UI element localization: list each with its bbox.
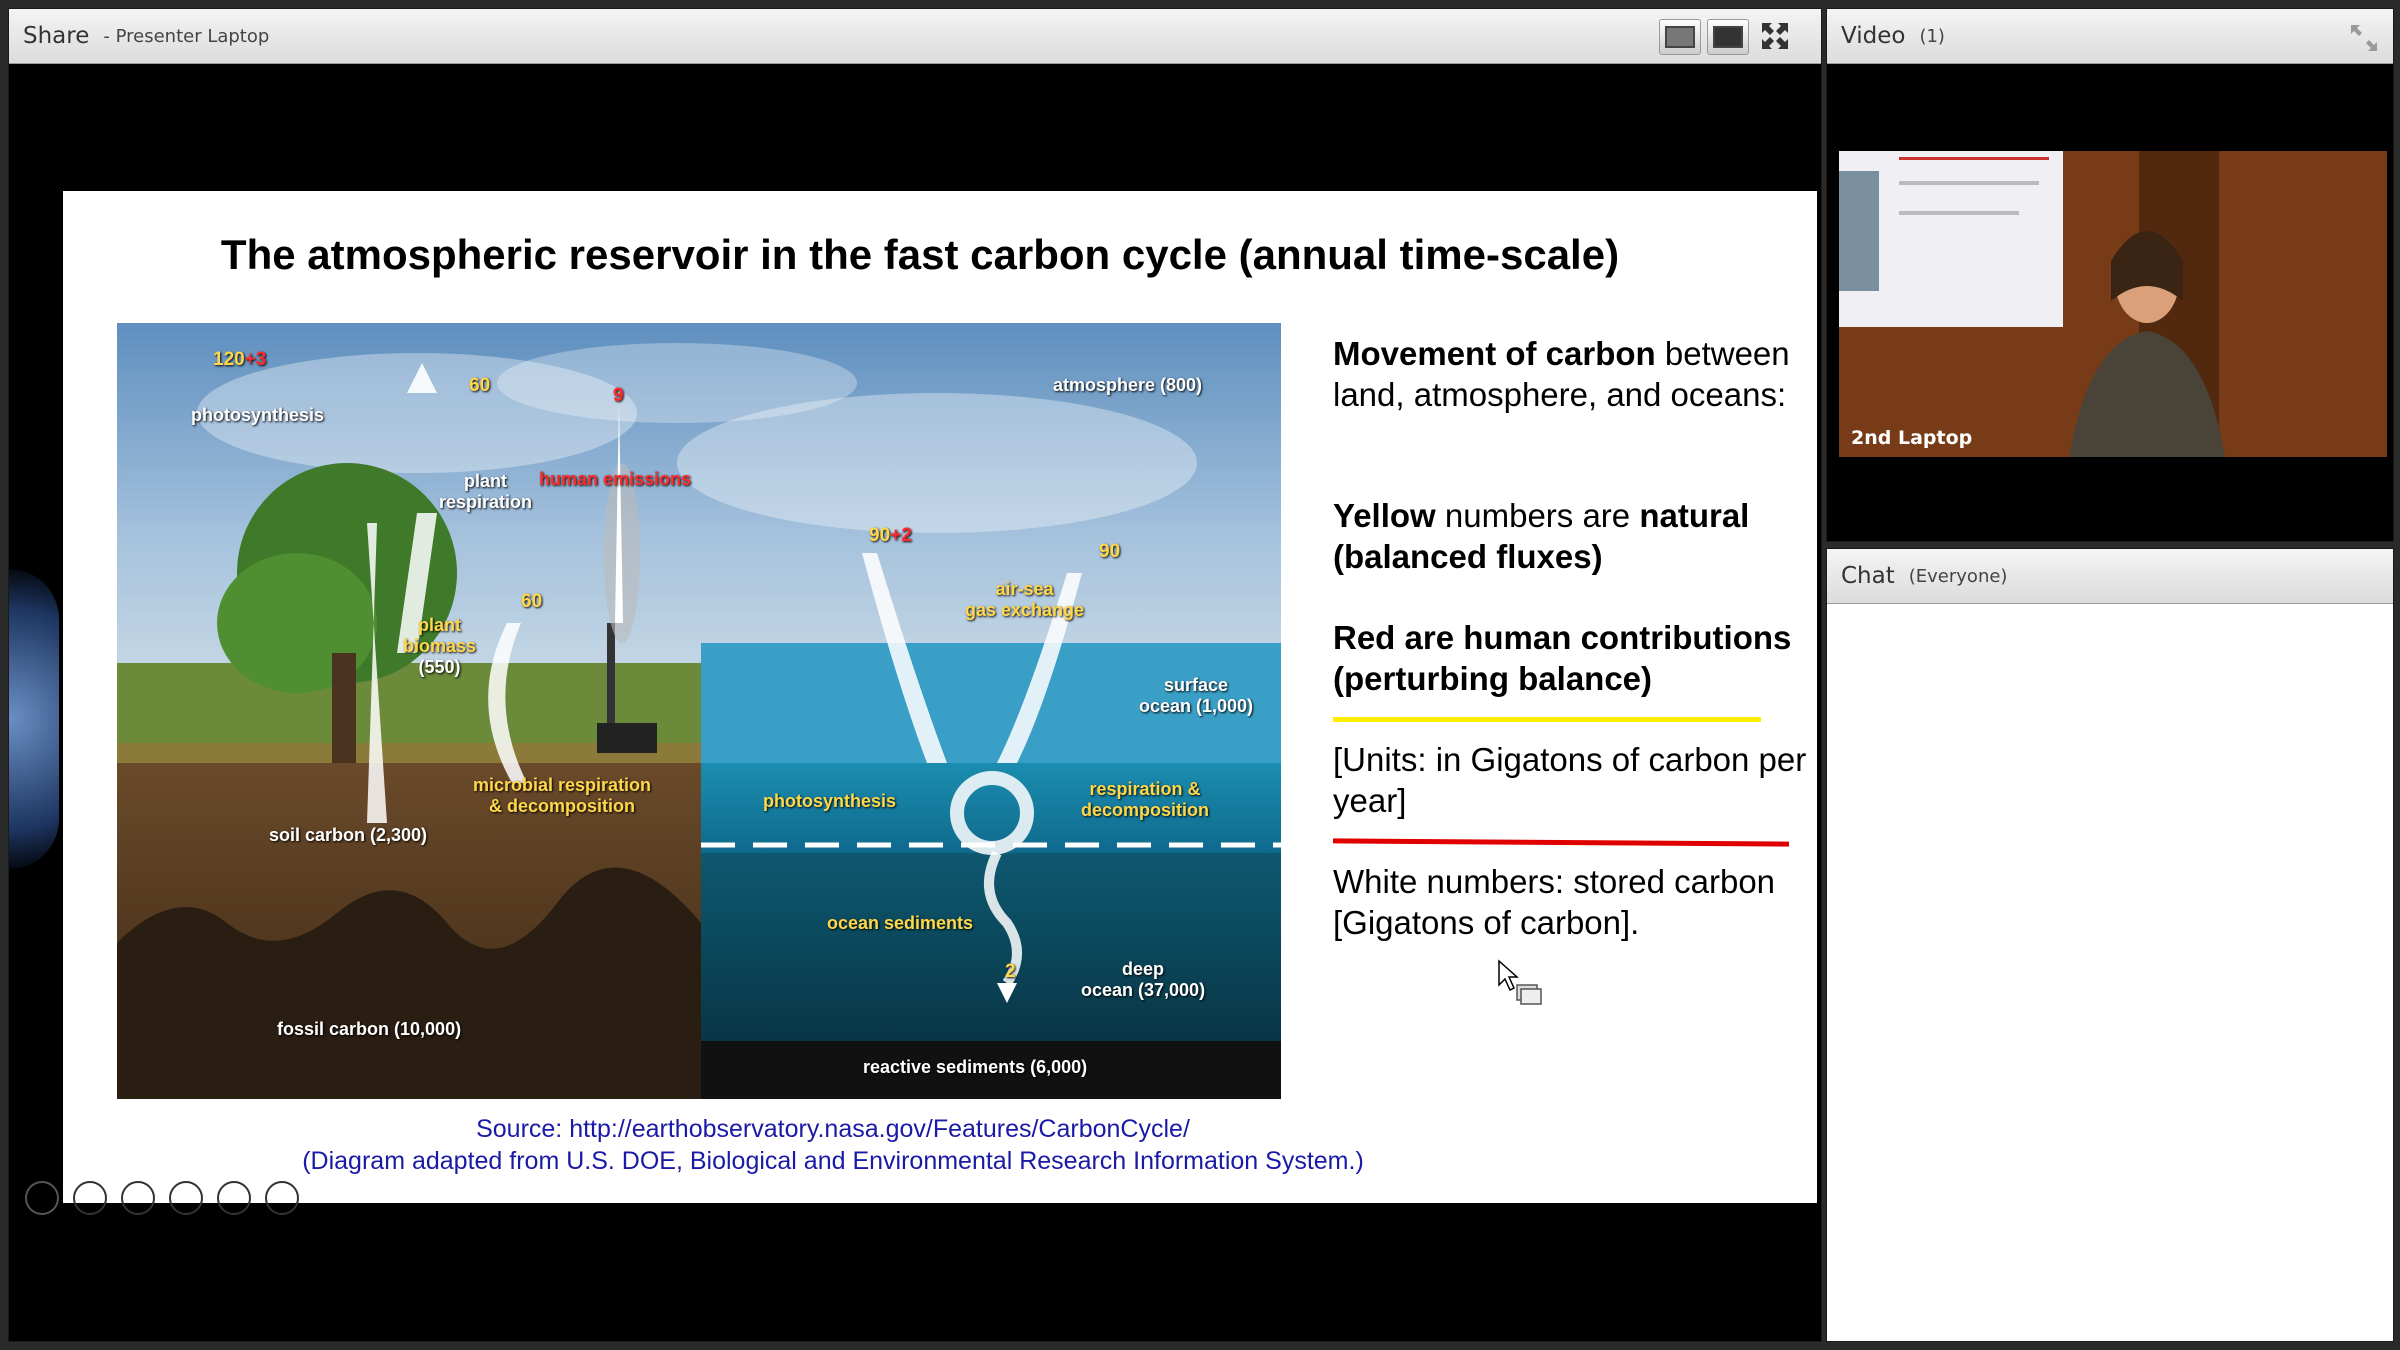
microbial-respiration-label: microbial respiration & decomposition [473, 775, 651, 817]
microbial-line2: & decomposition [489, 796, 636, 816]
screen-small-icon [1665, 26, 1695, 48]
photosynthesis-label: photosynthesis [191, 405, 325, 425]
more-options-icon[interactable] [265, 1181, 299, 1215]
screen-large-icon [1713, 26, 1743, 48]
video-count: (1) [1919, 25, 1945, 47]
air-sea-exchange-label: air-sea gas exchange [965, 579, 1084, 621]
deep-ocean-line1: deep [1122, 959, 1165, 979]
prev-slide-icon[interactable] [25, 1181, 59, 1215]
units-line1: [Units: in Gigatons of carbon per [1333, 741, 1807, 778]
air-sea-in-human: +2 [890, 525, 912, 546]
plant-biomass-label: plant biomass (550) [403, 615, 476, 678]
video-feed-image [1839, 151, 2387, 457]
plant-biomass-value: (550) [418, 657, 461, 677]
video-pod-title: Video [1841, 23, 1906, 49]
carbon-movement-bold: Movement of carbon [1333, 335, 1656, 372]
plant-respiration-line1: plant [464, 471, 508, 491]
reactive-sediments-label: reactive sediments (6,000) [863, 1057, 1088, 1077]
air-sea-line1: air-sea [995, 579, 1054, 599]
yellow-mid: numbers are [1444, 497, 1631, 534]
zoom-icon[interactable] [217, 1181, 251, 1215]
soil-carbon-label: soil carbon (2,300) [269, 825, 428, 845]
chat-pod-header: Chat (Everyone) [1827, 549, 2393, 604]
chat-messages-area[interactable] [1827, 605, 2393, 1341]
yellow-underline [1333, 717, 1761, 722]
atmosphere-label: atmosphere (800) [1053, 375, 1203, 395]
ocean-sediments-label: ocean sediments [827, 913, 974, 933]
chat-pod-title: Chat [1841, 563, 1895, 589]
carbon-movement-text: Movement of carbon between land, atmosph… [1333, 333, 1813, 415]
plant-biomass-line2: biomass [403, 636, 477, 656]
slide-nav-controls [25, 1181, 299, 1215]
white-numbers-note: White numbers: stored carbon [Gigatons o… [1333, 861, 1823, 943]
share-pod-title: Share [23, 23, 90, 49]
video-pod-header: Video (1) [1827, 9, 2393, 64]
slide-title: The atmospheric reservoir in the fast ca… [220, 231, 1620, 278]
air-sea-out-value: 90 [1099, 541, 1121, 562]
ocean-photosynthesis-label: photosynthesis [763, 791, 897, 811]
video-pod: Video (1) 2nd Laptop [1826, 8, 2394, 542]
fullscreen-icon [1762, 23, 1788, 49]
layout-small-button[interactable] [1659, 19, 1701, 55]
photosynthesis-human-value: +3 [244, 349, 267, 370]
fullscreen-button[interactable] [1755, 19, 1795, 53]
source-link[interactable]: Source: http://earthobservatory.nasa.gov… [63, 1115, 1603, 1144]
deep-ocean-line2: ocean (37,000) [1081, 980, 1206, 1000]
video-expand-icon[interactable] [2349, 23, 2379, 53]
human-emissions-value: 9 [613, 385, 624, 406]
chat-pod: Chat (Everyone) [1826, 548, 2394, 1342]
carbon-cycle-diagram: 120+3 photosynthesis 60 plant respiration… [117, 323, 1281, 1099]
ocean-respiration-label: respiration & decomposition [1081, 779, 1209, 821]
air-sea-in-natural: 90 [869, 525, 891, 546]
surface-ocean-line1: surface [1164, 675, 1229, 695]
surface-ocean-label: surface ocean (1,000) [1139, 675, 1253, 717]
units-line2: year] [1333, 782, 1407, 819]
white-line2: [Gigatons of carbon]. [1333, 904, 1640, 941]
fossil-carbon-label: fossil carbon (10,000) [277, 1019, 462, 1039]
photosynthesis-flux-value: 120+3 [213, 349, 266, 371]
red-underline [1332, 838, 1790, 847]
air-sea-in-value: 90+2 [869, 525, 912, 547]
mouse-cursor-icon [1498, 959, 1542, 1005]
microbial-line1: microbial respiration [473, 775, 652, 795]
balanced-fluxes: (balanced fluxes) [1333, 538, 1603, 575]
ocean-sediments-value: 2 [1005, 961, 1016, 982]
camera-label: 2nd Laptop [1851, 427, 1973, 449]
pages-icon[interactable] [169, 1181, 203, 1215]
units-note: [Units: in Gigatons of carbon per year] [1333, 739, 1823, 821]
share-pod-subtitle: - Presenter Laptop [103, 25, 270, 47]
air-sea-line2: gas exchange [965, 600, 1085, 620]
yellow-explanation: Yellow numbers are natural (balanced flu… [1333, 495, 1813, 577]
yellow-word: Yellow [1333, 497, 1436, 534]
share-pod: Share - Presenter Laptop The atmospheric… [8, 8, 1822, 1342]
plant-respiration-value: 60 [469, 375, 491, 396]
surface-ocean-line2: ocean (1,000) [1139, 696, 1254, 716]
red-line2: (perturbing balance) [1333, 660, 1653, 697]
pointer-tool-icon[interactable] [121, 1181, 155, 1215]
natural-word: natural [1639, 497, 1750, 534]
human-emissions-label: human emissions [539, 469, 692, 489]
slide: The atmospheric reservoir in the fast ca… [63, 191, 1817, 1203]
microbial-respiration-value: 60 [521, 591, 543, 612]
plant-respiration-line2: respiration [439, 492, 533, 512]
plant-respiration-label: plant respiration [439, 471, 532, 513]
ocean-respiration-line1: respiration & [1089, 779, 1201, 799]
layout-large-button[interactable] [1707, 19, 1749, 55]
plant-biomass-line1: plant [418, 615, 462, 635]
red-line1: Red are human contributions [1333, 619, 1792, 656]
source-attribution: (Diagram adapted from U.S. DOE, Biologic… [302, 1147, 1364, 1175]
chat-audience[interactable]: (Everyone) [1909, 566, 2008, 587]
share-pod-header: Share - Presenter Laptop [9, 9, 1821, 64]
video-feed [1839, 151, 2387, 457]
ocean-respiration-line2: decomposition [1081, 800, 1210, 820]
red-explanation: Red are human contributions (perturbing … [1333, 617, 1823, 699]
background-earth-image [9, 569, 59, 869]
next-slide-icon[interactable] [73, 1181, 107, 1215]
photosynthesis-natural-value: 120 [213, 349, 245, 370]
deep-ocean-label: deep ocean (37,000) [1081, 959, 1205, 1001]
white-line1: White numbers: stored carbon [1333, 863, 1776, 900]
